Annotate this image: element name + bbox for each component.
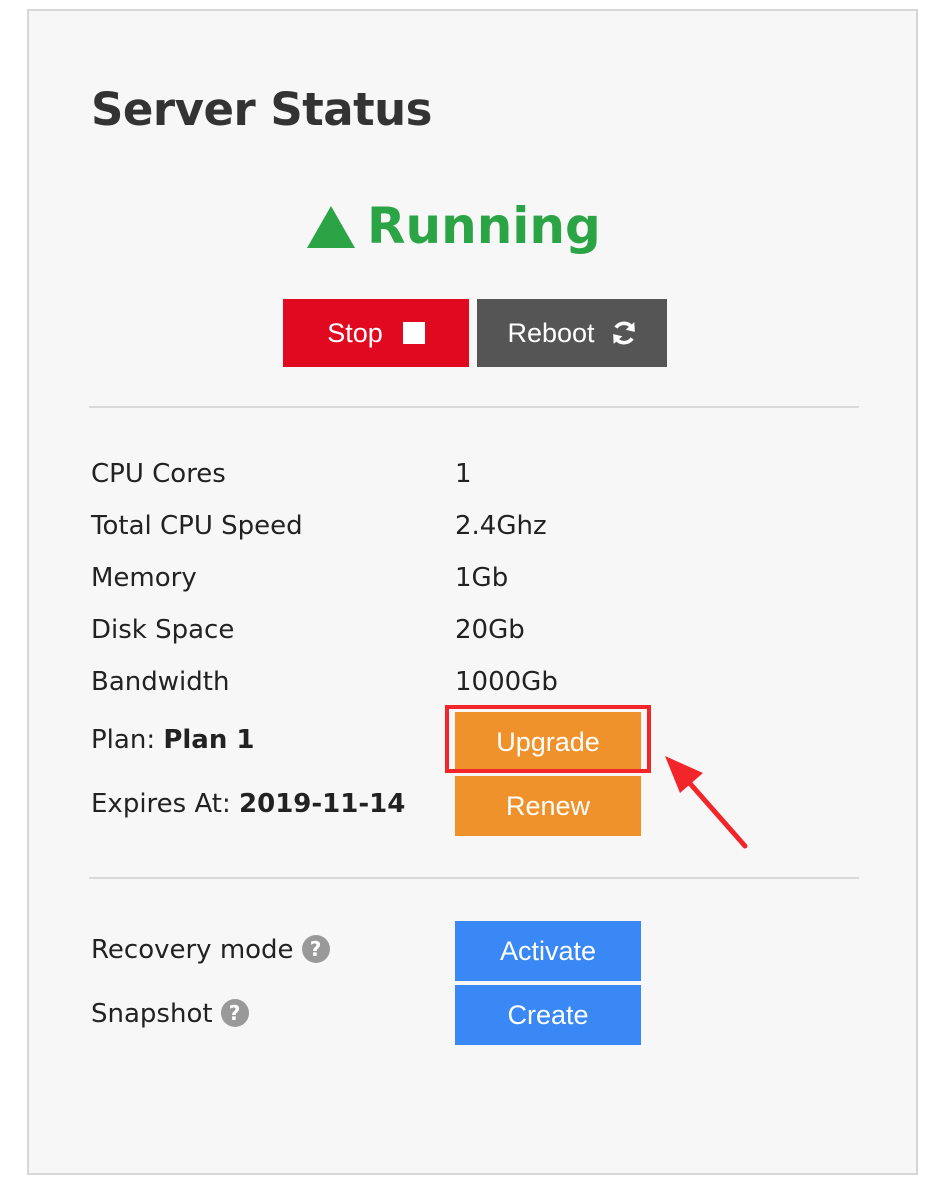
upgrade-button[interactable]: Upgrade <box>455 712 641 772</box>
spec-label-cpu-cores: CPU Cores <box>91 459 226 489</box>
activate-button[interactable]: Activate <box>455 921 641 981</box>
spec-value-bandwidth: 1000Gb <box>455 667 558 697</box>
expires-prefix: Expires At: <box>91 789 240 819</box>
triangle-up-icon <box>307 206 355 248</box>
expires-label: Expires At: 2019-11-14 <box>91 789 405 819</box>
renew-button[interactable]: Renew <box>455 776 641 836</box>
reboot-button-label: Reboot <box>507 317 595 348</box>
activate-button-label: Activate <box>499 935 597 966</box>
divider-top <box>89 406 859 408</box>
reboot-button[interactable]: Reboot <box>477 299 667 367</box>
server-status-panel: Server Status Running Stop Reboot CPU Co… <box>27 9 918 1175</box>
spec-label-memory: Memory <box>91 563 197 593</box>
stop-button-label: Stop <box>327 317 383 348</box>
create-button[interactable]: Create <box>455 985 641 1045</box>
upgrade-button-label: Upgrade <box>496 726 600 757</box>
spec-value-cpu-speed: 2.4Ghz <box>455 511 547 541</box>
snapshot-label: Snapshot? <box>91 999 249 1029</box>
status-indicator: Running <box>307 197 601 255</box>
renew-button-label: Renew <box>505 790 591 821</box>
plan-label: Plan: Plan 1 <box>91 725 255 755</box>
stop-button[interactable]: Stop <box>283 299 469 367</box>
stop-square-icon <box>402 322 425 344</box>
red-arrow-annotation <box>665 756 748 849</box>
spec-label-bandwidth: Bandwidth <box>91 667 230 697</box>
recovery-mode-text: Recovery mode <box>91 935 294 965</box>
divider-bottom <box>89 877 859 879</box>
page-title: Server Status <box>91 83 432 136</box>
refresh-icon <box>612 321 635 345</box>
snapshot-text: Snapshot <box>91 999 213 1029</box>
expires-date: 2019-11-14 <box>239 789 406 819</box>
plan-prefix: Plan: <box>91 725 164 755</box>
spec-value-cpu-cores: 1 <box>455 459 472 489</box>
status-label: Running <box>367 197 601 255</box>
recovery-label: Recovery mode? <box>91 935 330 965</box>
create-button-label: Create <box>507 999 589 1030</box>
plan-name: Plan 1 <box>163 725 255 755</box>
spec-value-disk-space: 20Gb <box>455 615 525 645</box>
spec-label-disk-space: Disk Space <box>91 615 235 645</box>
question-circle-icon[interactable]: ? <box>301 935 330 963</box>
question-circle-icon[interactable]: ? <box>220 999 249 1027</box>
spec-value-memory: 1Gb <box>455 563 509 593</box>
spec-label-cpu-speed: Total CPU Speed <box>91 511 303 541</box>
